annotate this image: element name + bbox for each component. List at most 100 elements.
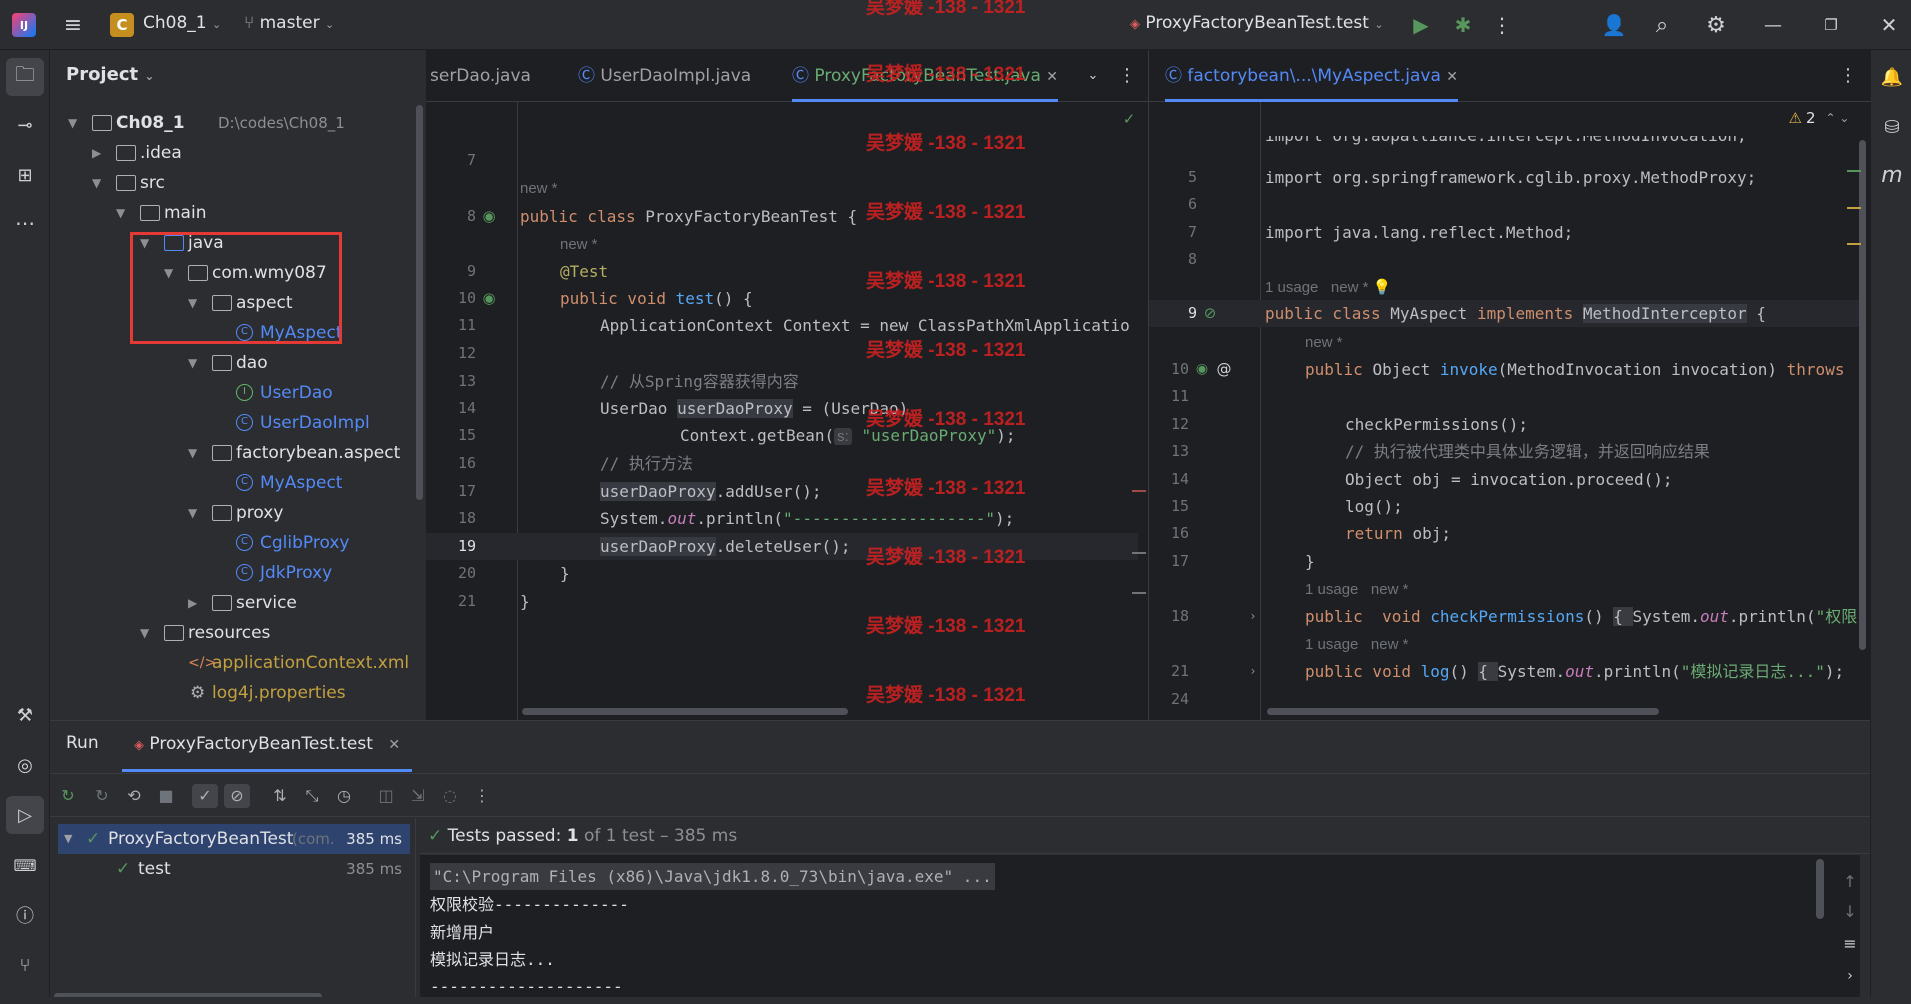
sort-icon[interactable]: ⇅	[268, 784, 292, 808]
tree-row-resources[interactable]: ▼ resources	[50, 618, 426, 648]
tab-more-icon[interactable]: ⋮	[1837, 64, 1859, 86]
toggle-autotest-icon[interactable]: ⟲	[122, 784, 146, 808]
main-menu-icon[interactable]: ≡	[60, 12, 86, 38]
override-gutter-icon[interactable]: ◉	[1193, 360, 1211, 378]
tree-label: .idea	[140, 143, 182, 163]
collapse-all-icon[interactable]: ⤡	[300, 784, 324, 808]
screenshot-icon[interactable]: ◫	[374, 784, 398, 808]
tree-row-cglibproxy[interactable]: C CglibProxy	[50, 528, 426, 558]
tree-row-log4j[interactable]: ⚙ log4j.properties	[50, 678, 426, 708]
tab-myaspect[interactable]: Ⓒ factorybean\...\MyAspect.java ✕	[1165, 50, 1459, 102]
folder-icon	[140, 205, 160, 221]
commit-icon[interactable]: ⊸	[10, 110, 40, 140]
run-icon[interactable]: ▶	[1408, 12, 1434, 38]
tab-userdaoimpl[interactable]: Ⓒ UserDaoImpl.java	[578, 50, 751, 102]
add-user-icon[interactable]: 👤	[1600, 12, 1628, 38]
tree-row-proxy[interactable]: ▼ proxy	[50, 498, 426, 528]
terminal-icon[interactable]: ⌨	[10, 850, 40, 880]
more-actions-icon[interactable]: ⋮	[1492, 12, 1512, 38]
rerun-icon[interactable]: ↻	[56, 784, 80, 808]
stop-icon[interactable]: ■	[154, 784, 178, 808]
console-output[interactable]: "C:\Program Files (x86)\Java\jdk1.8.0_73…	[420, 855, 1860, 1001]
project-panel-header[interactable]: Project ⌄	[66, 64, 154, 85]
editor-h-scrollbar[interactable]	[1267, 708, 1659, 715]
scroll-down-icon[interactable]: ↓	[1840, 901, 1860, 921]
minimize-window-icon[interactable]: —	[1760, 12, 1786, 38]
project-tool-folder-icon[interactable]: 🗀	[6, 58, 44, 96]
scroll-up-icon[interactable]: ↑	[1840, 871, 1860, 891]
show-passed-icon[interactable]: ✓	[192, 784, 218, 808]
tree-row-appcontext[interactable]: </> applicationContext.xml	[50, 648, 426, 678]
git-icon[interactable]: ⑂	[10, 950, 40, 980]
soft-wrap-icon[interactable]: ≡	[1840, 933, 1860, 953]
error-stripe-mark	[1847, 243, 1861, 245]
close-tab-icon[interactable]: ✕	[388, 737, 400, 753]
tree-row-jdkproxy[interactable]: C JdkProxy	[50, 558, 426, 588]
console-v-scrollbar[interactable]	[1816, 859, 1824, 919]
debug-icon[interactable]: ✱	[1450, 12, 1476, 38]
close-window-icon[interactable]: ✕	[1876, 12, 1902, 38]
tree-row-service[interactable]: ▶ service	[50, 588, 426, 618]
fold-chevron-icon[interactable]: ›	[1247, 662, 1259, 680]
tree-row-src[interactable]: ▼ src	[50, 168, 426, 198]
folder-icon	[116, 175, 136, 191]
class-icon: Ⓒ	[792, 66, 809, 86]
line-number: 11	[457, 316, 476, 334]
run-test-gutter-icon[interactable]: ◉	[480, 207, 498, 225]
tab-run[interactable]: Run	[66, 733, 99, 753]
editor-v-scrollbar[interactable]	[1859, 140, 1866, 650]
more-tools-icon[interactable]: ⋯	[10, 208, 40, 238]
run-config-selector[interactable]: ◈ ProxyFactoryBeanTest.test ⌄	[1130, 13, 1384, 33]
more-actions-icon[interactable]: ⋮	[470, 784, 494, 808]
restore-window-icon[interactable]: ❐	[1818, 12, 1844, 38]
run-test-gutter-icon[interactable]: ◉	[480, 289, 498, 307]
tree-row-myaspect-2[interactable]: C MyAspect	[50, 468, 426, 498]
history-icon[interactable]: ◷	[332, 784, 356, 808]
branch-selector[interactable]: ⑂ master ⌄	[244, 13, 334, 33]
database-icon[interactable]: ⛁	[1877, 112, 1907, 142]
search-icon[interactable]: ⌕	[1648, 12, 1676, 38]
tab-list-chevron-icon[interactable]: ⌄	[1082, 64, 1104, 86]
project-scrollbar[interactable]	[416, 105, 423, 500]
fold-chevron-icon[interactable]: ›	[1247, 607, 1259, 625]
tree-row-dao[interactable]: ▼ dao	[50, 348, 426, 378]
rerun-failed-icon[interactable]: ↻	[90, 784, 114, 808]
tab-userdao[interactable]: serDao.java	[430, 50, 531, 102]
run-tool-icon[interactable]: ▷	[6, 796, 44, 834]
problems-icon[interactable]: ⓘ	[10, 900, 40, 930]
editor-h-scrollbar[interactable]	[522, 708, 848, 715]
structure-icon[interactable]: ⊞	[10, 160, 40, 190]
test-tree-row-test[interactable]: ✓ test 385 ms	[58, 854, 410, 884]
project-badge[interactable]: C	[110, 13, 134, 37]
settings-gear-icon[interactable]: ⚙	[1702, 12, 1730, 38]
tree-row-userdaoimpl[interactable]: C UserDaoImpl	[50, 408, 426, 438]
import-icon[interactable]: ◌	[438, 784, 462, 808]
tab-more-icon[interactable]: ⋮	[1116, 64, 1138, 86]
notifications-bell-icon[interactable]: 🔔	[1877, 62, 1907, 92]
tree-row-main[interactable]: ▼ main	[50, 198, 426, 228]
tree-row-userdao[interactable]: I UserDao	[50, 378, 426, 408]
at-gutter-icon[interactable]: @	[1215, 360, 1233, 378]
close-tab-icon[interactable]: ✕	[1446, 69, 1458, 85]
tree-row-factorybean[interactable]: ▼ factorybean.aspect	[50, 438, 426, 468]
warning-icon[interactable]: ⚠ 2 ⌃ ⌄	[1779, 106, 1859, 130]
export-icon[interactable]: ⇲	[406, 784, 430, 808]
test-tree-row-suite[interactable]: ▼ ✓ ProxyFactoryBeanTest (com. 385 ms	[58, 824, 410, 854]
tree-row-idea[interactable]: ▶ .idea	[50, 138, 426, 168]
line-number: 7	[1187, 223, 1197, 241]
tab-run-config[interactable]: ◈ ProxyFactoryBeanTest.test ✕	[122, 721, 413, 772]
show-ignored-icon[interactable]: ⊘	[224, 784, 250, 808]
chevron-right-icon[interactable]: ›	[1840, 966, 1860, 986]
maven-icon[interactable]: m	[1877, 160, 1907, 190]
project-selector[interactable]: Ch08_1 ⌄	[143, 13, 221, 33]
watermark-text: 吴梦媛 -138 - 1321	[866, 133, 1026, 154]
tree-label: factorybean.aspect	[236, 443, 401, 463]
build-hammer-icon[interactable]: ⚒	[10, 700, 40, 730]
chevron-down-icon: ▼	[116, 206, 126, 220]
run-config-name: ProxyFactoryBeanTest.test	[1145, 13, 1369, 33]
close-tab-icon[interactable]: ✕	[1046, 69, 1058, 85]
tree-row-root[interactable]: ▼ Ch08_1 D:\codes\Ch08_1	[50, 108, 426, 138]
services-icon[interactable]: ◎	[10, 750, 40, 780]
app-logo-icon[interactable]: IJ	[12, 13, 36, 37]
implements-gutter-icon[interactable]: ⊘	[1201, 304, 1219, 322]
